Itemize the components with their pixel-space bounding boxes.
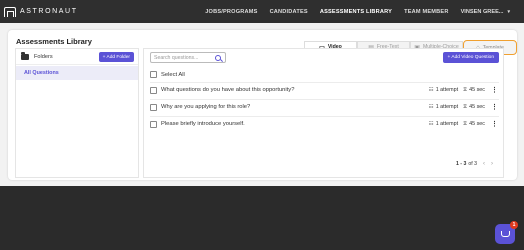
question-checkbox[interactable] bbox=[150, 86, 157, 94]
attempts-count: 1 attempt bbox=[435, 104, 459, 110]
select-all-label: Select All bbox=[161, 71, 185, 78]
attempts-icon: ☷ bbox=[428, 87, 434, 93]
nav-jobs-programs[interactable]: JOBS/PROGRAMS bbox=[205, 9, 257, 15]
questions-panel: + Add Video Question Select All What que… bbox=[143, 48, 504, 178]
question-row[interactable]: Please briefly introduce yourself. ☷ 1 a… bbox=[150, 116, 499, 131]
duration: 45 sec bbox=[469, 121, 485, 127]
nav-assessments-library[interactable]: ASSESSMENTS LIBRARY bbox=[320, 9, 392, 15]
prev-page-icon[interactable]: ‹ bbox=[483, 161, 485, 167]
nav-links: JOBS/PROGRAMS CANDIDATES ASSESSMENTS LIB… bbox=[193, 0, 524, 23]
question-row[interactable]: What questions do you have about this op… bbox=[150, 82, 499, 97]
user-menu[interactable]: VINSEN GREE... ▾ bbox=[461, 9, 524, 15]
more-options-icon[interactable]: ⋮ bbox=[491, 103, 498, 111]
chevron-down-icon: ▾ bbox=[507, 8, 510, 15]
question-checkbox[interactable] bbox=[150, 120, 157, 128]
duration: 45 sec bbox=[469, 104, 485, 110]
brand-logo[interactable]: ASTRONAUT bbox=[4, 6, 78, 17]
attempts-icon: ☷ bbox=[428, 121, 434, 127]
pagination-range: 1 - 3 bbox=[455, 161, 467, 167]
nav-candidates[interactable]: CANDIDATES bbox=[270, 9, 308, 15]
attempts-icon: ☷ bbox=[428, 104, 434, 110]
timer-icon: ⧖ bbox=[463, 120, 468, 127]
attempts-count: 1 attempt bbox=[435, 87, 459, 93]
folders-panel: Folders + Add Folder All Questions bbox=[15, 48, 139, 178]
top-nav: ASTRONAUT JOBS/PROGRAMS CANDIDATES ASSES… bbox=[0, 0, 524, 23]
question-text: Why are you applying for this role? bbox=[161, 104, 251, 110]
search-box bbox=[150, 52, 226, 63]
question-meta: ☷ 1 attempt ⧖ 45 sec ⋮ bbox=[428, 86, 499, 95]
folders-label: Folders bbox=[34, 53, 53, 60]
question-meta: ☷ 1 attempt ⧖ 45 sec ⋮ bbox=[428, 103, 499, 112]
brand-name: ASTRONAUT bbox=[20, 8, 78, 15]
add-video-question-button[interactable]: + Add Video Question bbox=[442, 52, 499, 63]
more-options-icon[interactable]: ⋮ bbox=[491, 120, 498, 128]
notification-badge: 1 bbox=[510, 221, 518, 229]
select-all[interactable]: Select All bbox=[150, 71, 185, 78]
next-page-icon[interactable]: › bbox=[491, 161, 493, 167]
astronaut-logo-icon bbox=[4, 6, 16, 17]
search-input[interactable] bbox=[151, 53, 213, 62]
question-text: What questions do you have about this op… bbox=[161, 87, 295, 93]
more-options-icon[interactable]: ⋮ bbox=[491, 86, 498, 94]
attempts-count: 1 attempt bbox=[435, 121, 459, 127]
page-title: Assessments Library bbox=[16, 37, 92, 46]
question-checkbox[interactable] bbox=[150, 103, 157, 111]
question-row[interactable]: Why are you applying for this role? ☷ 1 … bbox=[150, 99, 499, 114]
folders-header: Folders + Add Folder bbox=[16, 49, 138, 65]
timer-icon: ⧖ bbox=[463, 103, 468, 110]
pagination: 1 - 3 of 3 ‹ › bbox=[456, 161, 493, 167]
duration: 45 sec bbox=[469, 87, 485, 93]
user-name: VINSEN GREE... bbox=[460, 8, 504, 15]
search-icon[interactable] bbox=[215, 54, 221, 61]
folder-item-all-questions[interactable]: All Questions bbox=[16, 66, 138, 80]
pagination-total: of 3 bbox=[468, 161, 477, 167]
question-text: Please briefly introduce yourself. bbox=[161, 121, 245, 127]
nav-team-member[interactable]: TEAM MEMBER bbox=[404, 9, 448, 15]
add-folder-button[interactable]: + Add Folder bbox=[98, 52, 134, 62]
select-all-checkbox[interactable] bbox=[150, 71, 157, 78]
chat-launcher-button[interactable]: 1 bbox=[495, 221, 518, 244]
folder-icon bbox=[21, 51, 29, 60]
question-meta: ☷ 1 attempt ⧖ 45 sec ⋮ bbox=[428, 120, 499, 129]
chat-icon bbox=[500, 231, 510, 237]
timer-icon: ⧖ bbox=[463, 86, 468, 93]
